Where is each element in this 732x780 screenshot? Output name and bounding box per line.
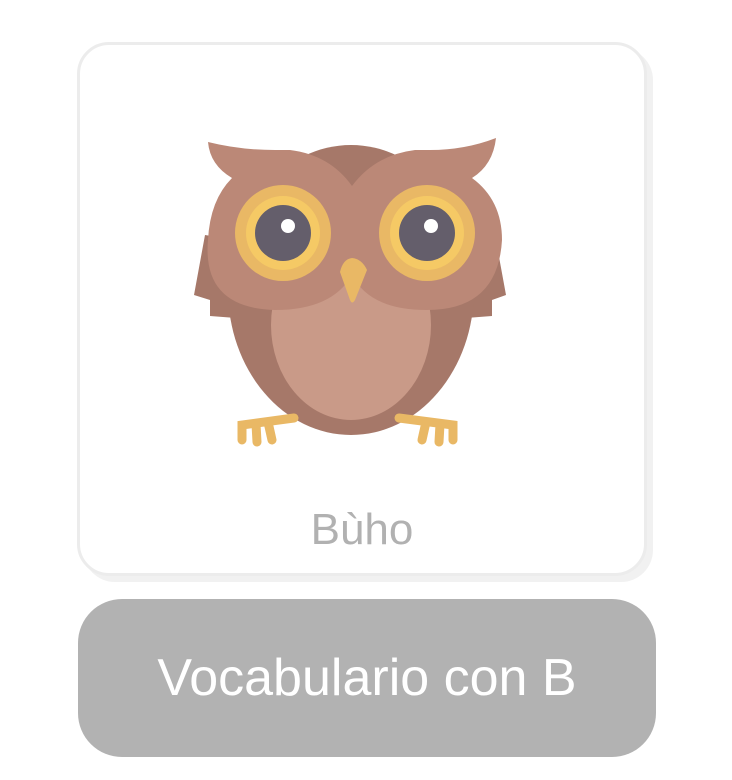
vocabulario-con-b-button[interactable]: Vocabulario con B (78, 599, 656, 757)
right-eye (379, 185, 475, 281)
left-eye (235, 185, 331, 281)
owl-illustration (194, 138, 506, 447)
vocabulary-word: Bùho (310, 505, 414, 554)
